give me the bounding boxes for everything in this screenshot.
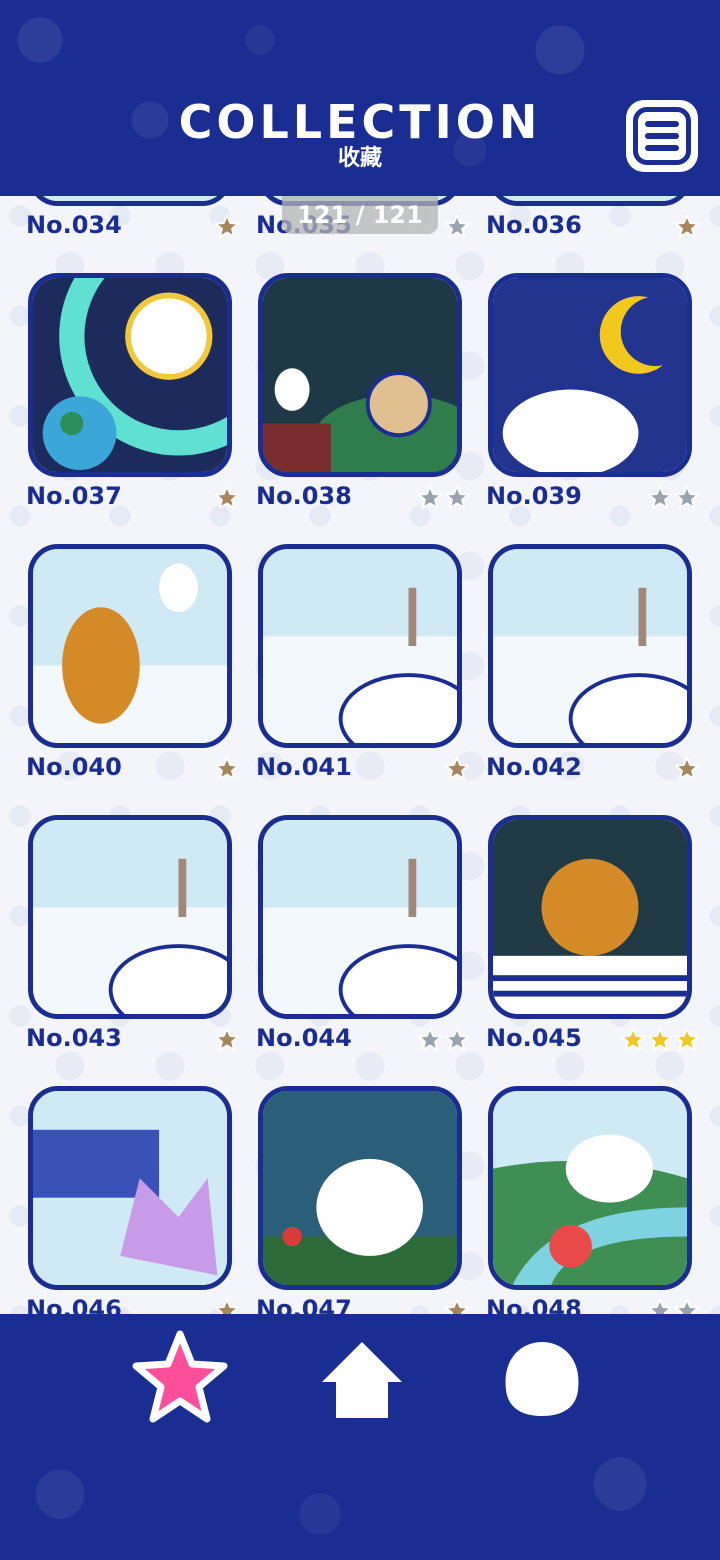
star-icon [674, 1027, 700, 1051]
star-rating [214, 214, 240, 240]
collection-card[interactable]: No.048 [480, 1086, 700, 1314]
card-thumbnail [28, 196, 232, 206]
card-number-label: No.046 [26, 1295, 122, 1314]
card-thumbnail [28, 544, 232, 748]
card-number-label: No.039 [486, 482, 582, 510]
card-number-label: No.034 [26, 211, 122, 239]
card-thumbnail [28, 273, 232, 477]
star-rating [214, 756, 240, 782]
star-icon [674, 485, 700, 509]
collection-card[interactable]: No.044 [250, 815, 470, 1069]
star-rating [214, 1027, 240, 1053]
star-rating [417, 485, 470, 511]
card-number-label: No.037 [26, 482, 122, 510]
star-icon [620, 1027, 646, 1051]
collection-card[interactable]: No.042 [480, 544, 700, 798]
card-thumbnail [28, 1086, 232, 1290]
nav-home-button[interactable] [312, 1328, 412, 1428]
collection-card[interactable]: No.047 [250, 1086, 470, 1314]
card-number-label: No.045 [486, 1024, 582, 1052]
home-icon [322, 1342, 402, 1418]
nav-character-button[interactable] [492, 1328, 592, 1428]
star-rating [647, 1298, 700, 1314]
star-rating [214, 1298, 240, 1314]
collection-card[interactable]: No.045 [480, 815, 700, 1069]
menu-button[interactable] [626, 100, 698, 172]
card-thumbnail [258, 1086, 462, 1290]
star-rating [214, 485, 240, 511]
collection-card[interactable]: No.046 [20, 1086, 240, 1314]
collection-card[interactable]: No.039 [480, 273, 700, 527]
card-number-label: No.040 [26, 753, 122, 781]
star-rating [620, 1027, 700, 1053]
hamburger-icon [633, 107, 691, 165]
page-title: COLLECTION [178, 95, 542, 149]
star-icon [444, 485, 470, 509]
collection-card[interactable]: No.038 [250, 273, 470, 527]
star-icon [132, 1330, 228, 1423]
dog-head-icon [505, 1342, 579, 1416]
card-number-label: No.038 [256, 482, 352, 510]
header-bar: COLLECTION 收藏 [0, 0, 720, 196]
star-icon [214, 1027, 240, 1051]
card-number-label: No.043 [26, 1024, 122, 1052]
bottom-nav [0, 1314, 720, 1560]
star-icon [647, 485, 673, 509]
star-rating [444, 1298, 470, 1314]
card-number-label: No.047 [256, 1295, 352, 1314]
star-icon [674, 756, 700, 780]
card-thumbnail [258, 544, 462, 748]
card-thumbnail [488, 815, 692, 1019]
star-rating [647, 485, 700, 511]
star-icon [647, 1298, 673, 1314]
collection-grid[interactable]: No.034No.035No.036 No.037 No.038 No.039 … [0, 196, 720, 1314]
nav-collection-button[interactable] [130, 1328, 230, 1428]
star-icon [444, 1027, 470, 1051]
collection-card[interactable]: No.041 [250, 544, 470, 798]
star-icon [674, 1298, 700, 1314]
star-icon [214, 756, 240, 780]
page-counter: 121 / 121 [282, 196, 438, 234]
star-rating [444, 214, 470, 240]
collection-card[interactable]: No.043 [20, 815, 240, 1069]
star-icon [444, 1298, 470, 1314]
card-thumbnail [488, 273, 692, 477]
collection-card[interactable]: No.034 [20, 196, 240, 256]
card-thumbnail [488, 544, 692, 748]
star-icon [214, 214, 240, 238]
card-number-label: No.044 [256, 1024, 352, 1052]
card-thumbnail [28, 815, 232, 1019]
star-rating [444, 756, 470, 782]
card-number-label: No.048 [486, 1295, 582, 1314]
star-icon [444, 756, 470, 780]
star-icon [417, 1027, 443, 1051]
star-icon [444, 214, 470, 238]
collection-card[interactable]: No.037 [20, 273, 240, 527]
card-thumbnail [258, 273, 462, 477]
star-rating [417, 1027, 470, 1053]
card-number-label: No.042 [486, 753, 582, 781]
star-icon [214, 485, 240, 509]
card-thumbnail [258, 815, 462, 1019]
star-rating [674, 214, 700, 240]
star-icon [214, 1298, 240, 1314]
star-icon [417, 485, 443, 509]
card-number-label: No.041 [256, 753, 352, 781]
page-subtitle: 收藏 [337, 146, 382, 171]
collection-card[interactable]: No.036 [480, 196, 700, 256]
star-rating [674, 756, 700, 782]
card-thumbnail [488, 1086, 692, 1290]
star-icon [647, 1027, 673, 1051]
collection-card[interactable]: No.040 [20, 544, 240, 798]
card-number-label: No.036 [486, 211, 582, 239]
star-icon [674, 214, 700, 238]
card-thumbnail [488, 196, 692, 206]
